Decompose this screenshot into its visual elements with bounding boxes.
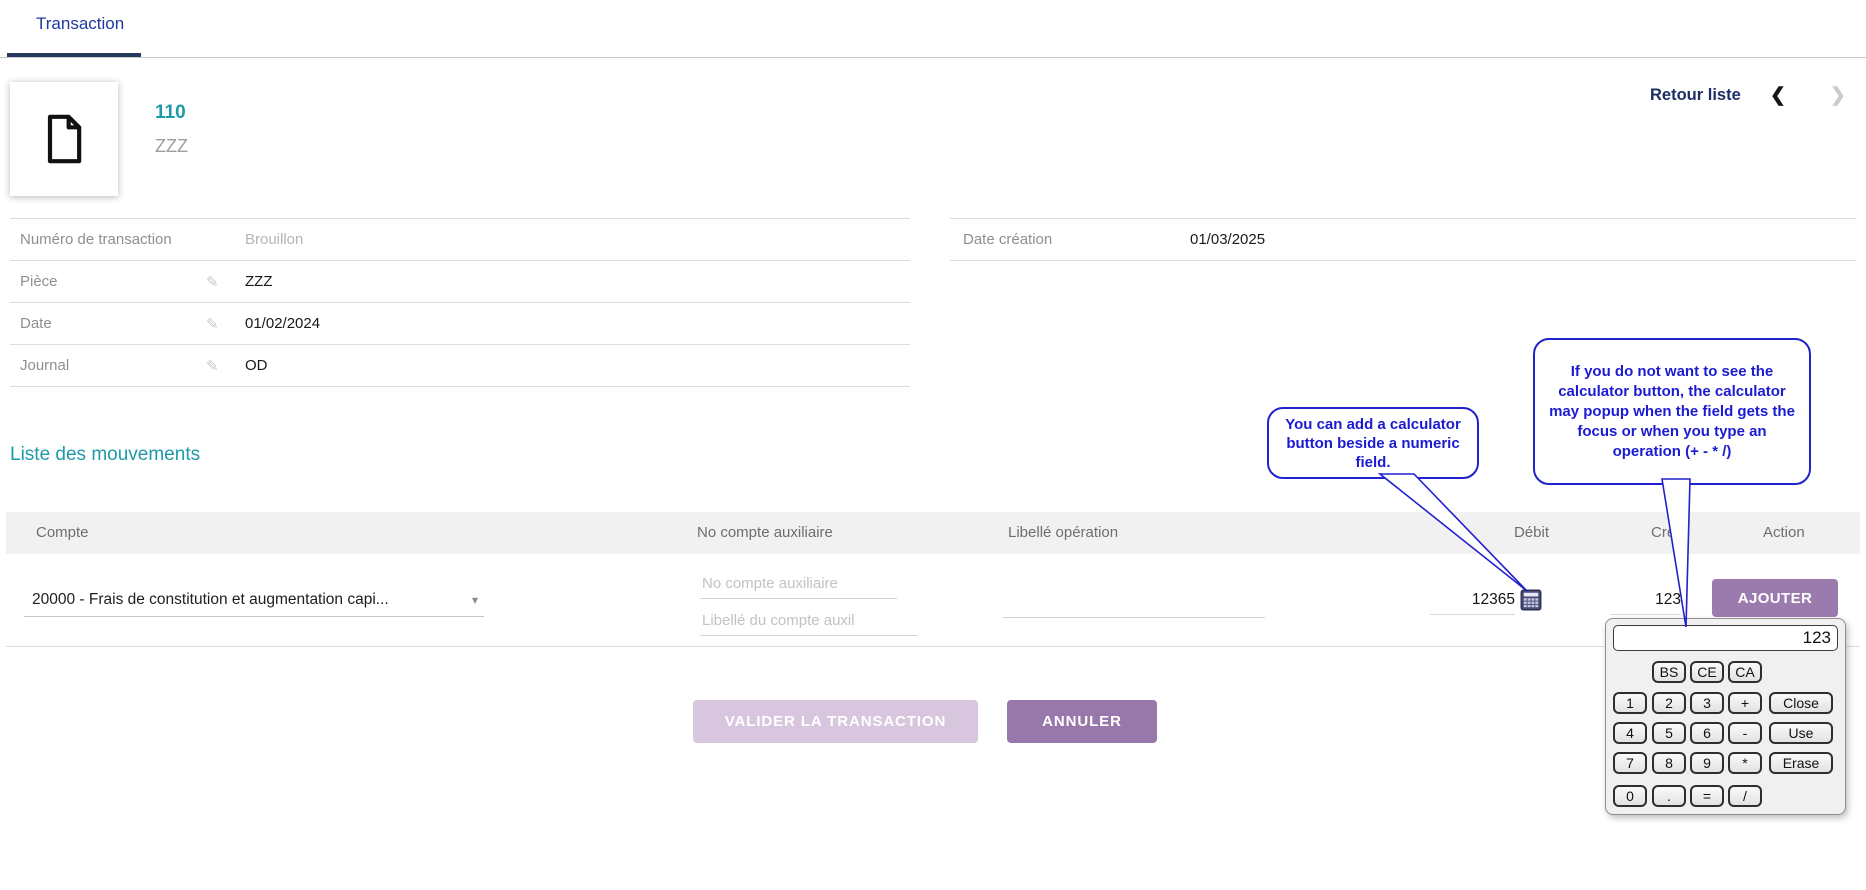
record-code: ZZZ: [155, 136, 188, 157]
chevron-down-icon: ▾: [472, 593, 478, 607]
aux-account-label-input[interactable]: [700, 606, 918, 636]
field-value-piece: ZZZ: [245, 273, 273, 290]
field-value-numero: Brouillon: [245, 231, 303, 248]
field-label: Journal: [10, 357, 206, 374]
calc-key-plus[interactable]: +: [1728, 692, 1762, 714]
calc-key-6[interactable]: 6: [1690, 722, 1724, 744]
calc-key-divide[interactable]: /: [1728, 785, 1762, 807]
movements-table-header: Compte No compte auxiliaire Libellé opér…: [6, 512, 1860, 554]
calc-key-9[interactable]: 9: [1690, 752, 1724, 774]
cancel-button[interactable]: ANNULER: [1007, 700, 1157, 743]
add-movement-button[interactable]: AJOUTER: [1712, 579, 1838, 617]
calc-key-5[interactable]: 5: [1652, 722, 1686, 744]
calc-key-2[interactable]: 2: [1652, 692, 1686, 714]
calculator-icon[interactable]: [1520, 589, 1542, 611]
field-value-journal: OD: [245, 357, 268, 374]
calc-key-dot[interactable]: .: [1652, 785, 1686, 807]
transaction-form-left: Numéro de transaction ✎ Brouillon Pièce …: [10, 218, 910, 387]
calc-key-ca[interactable]: CA: [1728, 661, 1762, 683]
calc-key-ce[interactable]: CE: [1690, 661, 1724, 683]
next-record-icon[interactable]: ❯: [1830, 84, 1846, 107]
operation-label-input[interactable]: [1003, 589, 1265, 618]
credit-field[interactable]: 123: [1610, 587, 1681, 615]
calculator-display[interactable]: 123: [1613, 625, 1838, 651]
document-icon: [43, 113, 85, 165]
column-header-libelle: Libellé opération: [1008, 512, 1118, 554]
calc-key-equals[interactable]: =: [1690, 785, 1724, 807]
calc-key-bs[interactable]: BS: [1652, 661, 1686, 683]
transaction-form-right: Date création 01/03/2025: [950, 218, 1856, 261]
field-label: Date création: [950, 231, 1190, 248]
field-value-date: 01/02/2024: [245, 315, 320, 332]
field-row-numero: Numéro de transaction ✎ Brouillon: [10, 219, 910, 261]
calculator-popup: 123 BS CE CA 1 2 3 + Close 4 5 6 - Use 7…: [1605, 618, 1846, 815]
calc-key-minus[interactable]: -: [1728, 722, 1762, 744]
column-header-debit: Débit: [1460, 512, 1549, 554]
column-header-action: Action: [1763, 512, 1805, 554]
calc-key-close[interactable]: Close: [1769, 692, 1833, 714]
field-label: Date: [10, 315, 206, 332]
column-header-compte: Compte: [36, 512, 89, 554]
annotation-bubble-calculator-button: You can add a calculator button beside a…: [1267, 407, 1479, 479]
column-header-aux: No compte auxiliaire: [697, 512, 833, 554]
tab-active-indicator: [7, 53, 141, 57]
field-row-date: Date ✎ 01/02/2024: [10, 303, 910, 345]
calc-key-0[interactable]: 0: [1613, 785, 1647, 807]
validate-transaction-button[interactable]: VALIDER LA TRANSACTION: [693, 700, 978, 743]
calc-key-1[interactable]: 1: [1613, 692, 1647, 714]
field-label: Numéro de transaction: [10, 231, 206, 248]
calc-key-multiply[interactable]: *: [1728, 752, 1762, 774]
calc-key-8[interactable]: 8: [1652, 752, 1686, 774]
movements-section-title: Liste des mouvements: [10, 444, 200, 466]
field-row-piece: Pièce ✎ ZZZ: [10, 261, 910, 303]
edit-pencil-icon[interactable]: ✎: [206, 315, 245, 333]
aux-account-number-input[interactable]: [700, 569, 897, 599]
calc-key-4[interactable]: 4: [1613, 722, 1647, 744]
calc-key-3[interactable]: 3: [1690, 692, 1724, 714]
record-number: 110: [155, 102, 186, 124]
tab-bar: Transaction: [0, 0, 1866, 58]
row-divider: [6, 646, 1860, 647]
calc-key-7[interactable]: 7: [1613, 752, 1647, 774]
field-label: Pièce: [10, 273, 206, 290]
compte-select-value: 20000 - Frais de constitution et augment…: [32, 591, 389, 609]
edit-pencil-icon[interactable]: ✎: [206, 357, 245, 375]
debit-field[interactable]: 12365: [1430, 587, 1515, 615]
compte-select[interactable]: 20000 - Frais de constitution et augment…: [24, 585, 484, 617]
calc-key-use[interactable]: Use: [1769, 722, 1833, 744]
column-header-credit: Créd: [1651, 512, 1684, 554]
back-to-list-link[interactable]: Retour liste: [1650, 86, 1741, 105]
prev-record-icon[interactable]: ❮: [1770, 84, 1786, 107]
field-value-date-creation: 01/03/2025: [1190, 231, 1265, 248]
annotation-bubble-calculator-popup: If you do not want to see the calculator…: [1533, 338, 1811, 485]
field-row-journal: Journal ✎ OD: [10, 345, 910, 387]
calc-key-erase[interactable]: Erase: [1769, 752, 1833, 774]
edit-pencil-icon[interactable]: ✎: [206, 273, 245, 291]
field-row-date-creation: Date création 01/03/2025: [950, 219, 1856, 261]
tab-transaction[interactable]: Transaction: [36, 14, 124, 34]
record-icon-card: [10, 82, 118, 196]
transaction-page: Transaction 110 ZZZ Retour liste ❮ ❯ Num…: [0, 0, 1866, 890]
